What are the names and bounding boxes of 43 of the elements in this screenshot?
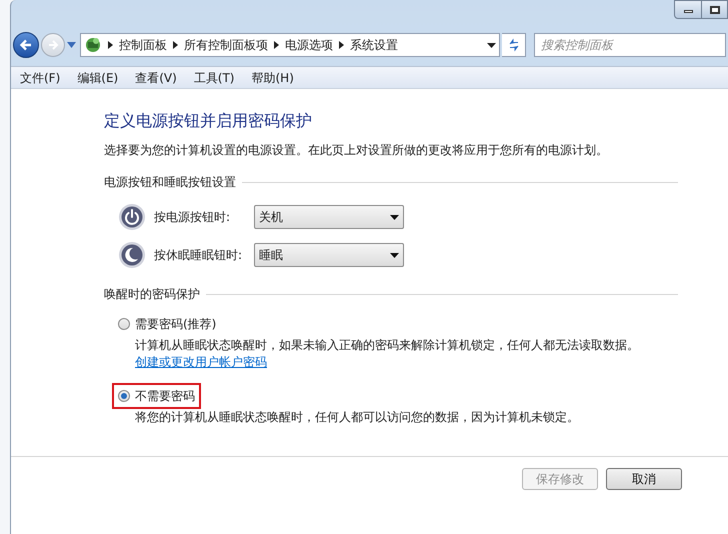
option-description: 计算机从睡眠状态唤醒时，如果未输入正确的密码来解除计算机锁定，任何人都无法读取数据。 创建或更改用户帐户密码 <box>134 337 640 371</box>
page-title: 定义电源按钮并启用密码保护 <box>104 110 313 132</box>
search-field[interactable]: 搜索控制面板 <box>534 33 726 57</box>
section-heading: 唤醒时的密码保护 <box>104 286 200 303</box>
section-heading: 电源按钮和睡眠按钮设置 <box>104 174 236 191</box>
menu-item[interactable]: 文件(F) <box>20 68 60 86</box>
dropdown[interactable]: 关机 <box>254 205 404 229</box>
breadcrumb-item[interactable]: 控制面板 <box>119 36 167 54</box>
minimize-button[interactable] <box>674 0 702 19</box>
option-description: 将您的计算机从睡眠状态唤醒时，任何人都可以访问您的数据，因为计算机未锁定。 <box>134 409 580 426</box>
menu-item[interactable]: 工具(T) <box>194 68 234 86</box>
chevron-icon[interactable] <box>173 41 178 49</box>
breadcrumb-item[interactable]: 系统设置 <box>350 36 398 54</box>
control-panel-icon <box>84 36 102 54</box>
chevron-icon[interactable] <box>108 41 113 49</box>
change-password-link[interactable]: 创建或更改用户帐户密码 <box>135 355 267 369</box>
address-bar[interactable]: 控制面板 所有控制面板项 电源选项 系统设置 <box>80 33 500 57</box>
refresh-button[interactable] <box>502 33 526 57</box>
dropdown[interactable]: 睡眠 <box>254 243 404 267</box>
history-dropdown-icon[interactable] <box>487 42 496 48</box>
chevron-icon[interactable] <box>274 41 279 49</box>
menu-item[interactable]: 帮助(H) <box>252 68 294 86</box>
chevron-icon[interactable] <box>339 41 344 49</box>
back-button[interactable] <box>13 32 39 58</box>
forward-arrow-icon <box>47 39 59 51</box>
breadcrumb-item[interactable]: 所有控制面板项 <box>184 36 268 54</box>
dropdown-arrow-icon[interactable] <box>67 42 76 48</box>
moon-icon <box>118 241 146 269</box>
dropdown-arrow-icon <box>390 214 399 220</box>
menu-item[interactable]: 查看(V) <box>135 68 177 86</box>
back-arrow-icon <box>19 38 33 52</box>
radio-option[interactable]: 需要密码(推荐) <box>114 313 220 335</box>
menu-item[interactable]: 编辑(E) <box>77 68 118 86</box>
breadcrumb-item[interactable]: 电源选项 <box>285 36 333 54</box>
dialog-button[interactable]: 取消 <box>606 468 682 490</box>
radio-option[interactable]: 不需要密码 <box>114 385 199 407</box>
power-icon <box>118 203 146 231</box>
setting-label: 按电源按钮时: <box>154 209 232 226</box>
maximize-button[interactable] <box>702 0 728 19</box>
page-description: 选择要为您的计算机设置的电源设置。在此页上对设置所做的更改将应用于您所有的电源计划。 <box>104 142 609 159</box>
refresh-icon <box>506 38 520 52</box>
dropdown-arrow-icon <box>390 252 399 258</box>
setting-label: 按休眠睡眠钮时: <box>154 247 244 264</box>
